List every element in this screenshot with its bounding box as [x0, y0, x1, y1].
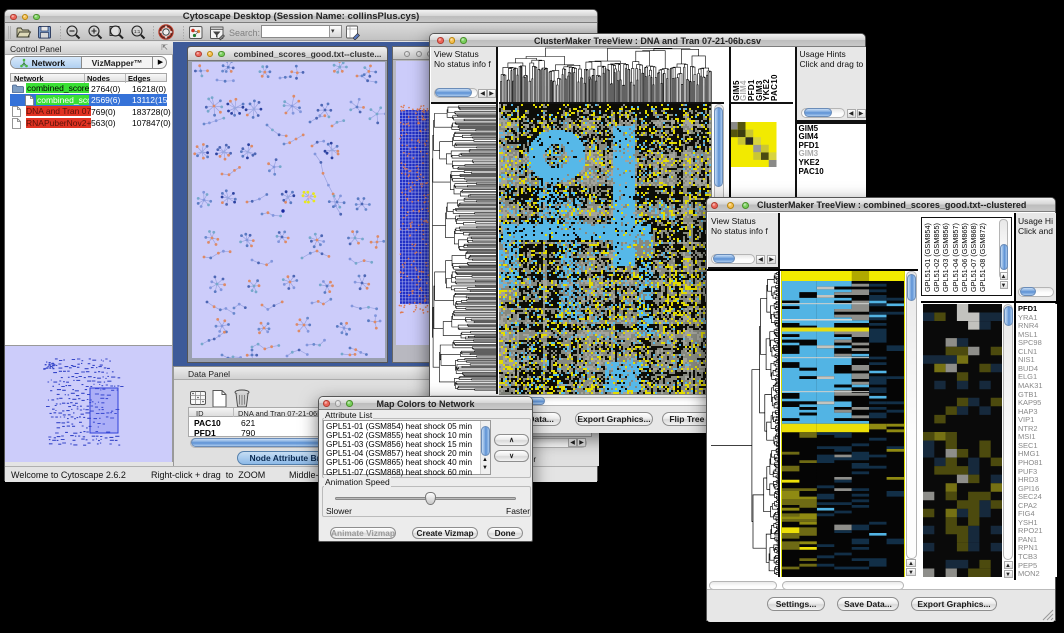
- svg-text:1:1: 1:1: [134, 29, 141, 34]
